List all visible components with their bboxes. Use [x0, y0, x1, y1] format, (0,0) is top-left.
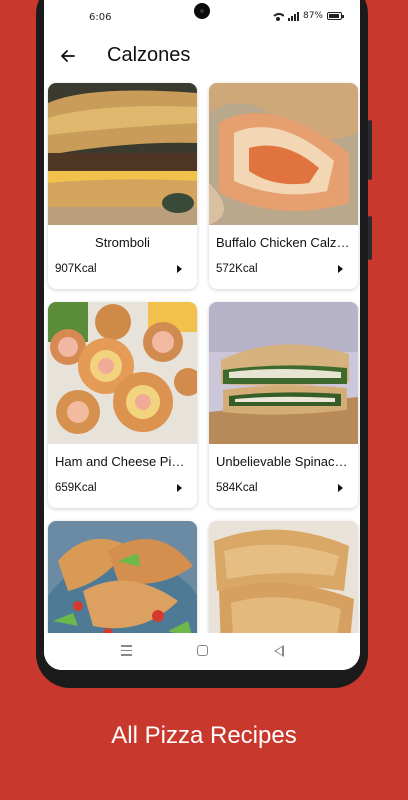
recipe-image [48, 302, 197, 444]
recipe-name: Unbelievable Spinach Calzone [216, 454, 351, 469]
recipe-card-ham-cheese[interactable]: Ham and Cheese Pinwheels 659Kcal [48, 302, 197, 508]
recipe-image [209, 83, 358, 225]
system-back-button[interactable] [274, 645, 284, 657]
promo-caption: All Pizza Recipes [111, 722, 297, 749]
page-title: Calzones [107, 44, 191, 66]
status-time: 6:06 [89, 12, 112, 23]
arrow-left-icon [61, 50, 75, 62]
recipe-name: Ham and Cheese Pinwheels [55, 454, 190, 469]
recent-apps-button[interactable] [121, 645, 132, 656]
battery-icon [327, 12, 344, 20]
signal-icon [287, 11, 299, 21]
recipe-kcal: 907Kcal [55, 263, 97, 275]
recipe-card-buffalo-chicken[interactable]: Buffalo Chicken Calzone 572Kcal [209, 83, 358, 289]
recipe-kcal: 584Kcal [216, 482, 258, 494]
wifi-icon [271, 11, 284, 21]
recipe-card-stromboli[interactable]: Stromboli 907Kcal [48, 83, 197, 289]
app-bar: Calzones [44, 36, 360, 78]
caret-right-icon [338, 265, 343, 273]
caret-right-icon [177, 265, 182, 273]
battery-percent: 87% [302, 11, 323, 21]
volume-button [368, 120, 372, 180]
recipe-kcal: 659Kcal [55, 482, 97, 494]
recipe-image [209, 302, 358, 444]
caret-right-icon [338, 484, 343, 492]
recipe-name: Stromboli [95, 235, 150, 250]
recipe-image [48, 83, 197, 225]
recipe-card-spinach[interactable]: Unbelievable Spinach Calzone 584Kcal [209, 302, 358, 508]
home-button[interactable] [197, 645, 208, 656]
recipe-kcal: 572Kcal [216, 263, 258, 275]
power-button [368, 216, 372, 260]
status-bar: 6:06 87% [44, 0, 360, 36]
front-camera [194, 3, 210, 19]
recipe-name: Buffalo Chicken Calzone [216, 235, 351, 250]
caret-right-icon [177, 484, 182, 492]
system-nav-bar [44, 633, 360, 670]
phone-screen: 6:06 87% Calzones Stromboli 907Kcal Buff… [44, 0, 360, 670]
status-icons: 87% [271, 11, 344, 21]
back-button[interactable] [58, 46, 78, 66]
